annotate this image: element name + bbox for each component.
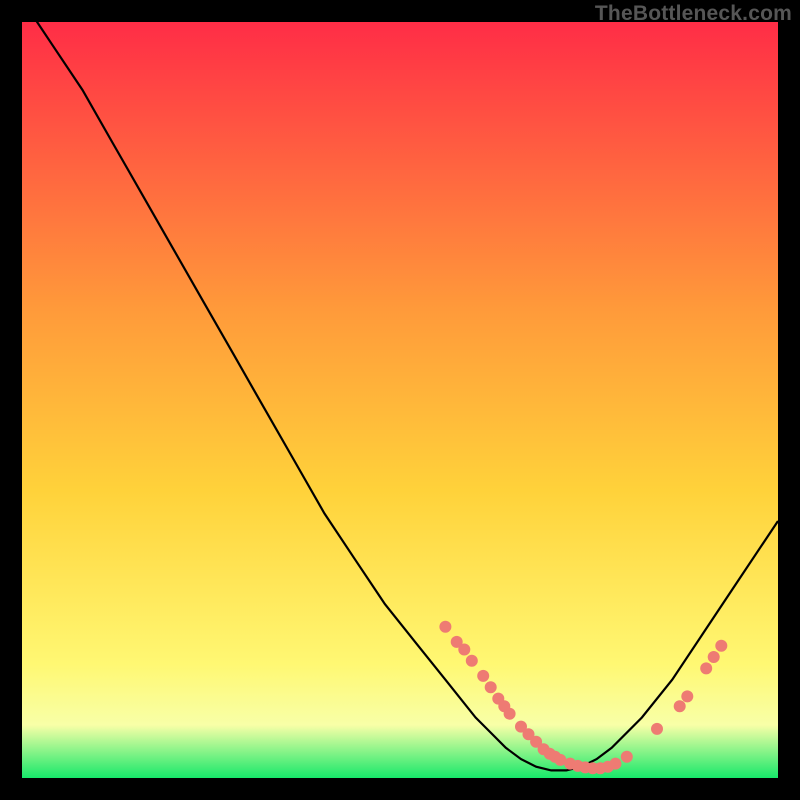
curve-dot xyxy=(681,690,693,702)
gradient-bg xyxy=(22,22,778,778)
curve-dot xyxy=(700,662,712,674)
curve-dot xyxy=(458,644,470,656)
curve-dot xyxy=(485,681,497,693)
curve-dot xyxy=(477,670,489,682)
curve-dot xyxy=(708,651,720,663)
watermark-text: TheBottleneck.com xyxy=(595,2,792,26)
curve-dot xyxy=(621,751,633,763)
curve-dot xyxy=(466,655,478,667)
curve-dot xyxy=(651,723,663,735)
curve-dot xyxy=(439,621,451,633)
curve-dot xyxy=(504,708,516,720)
curve-dot xyxy=(715,640,727,652)
plot-area xyxy=(22,22,778,778)
curve-dot xyxy=(674,700,686,712)
chart-svg xyxy=(22,22,778,778)
curve-dot xyxy=(610,758,622,770)
chart-frame: TheBottleneck.com xyxy=(0,0,800,800)
